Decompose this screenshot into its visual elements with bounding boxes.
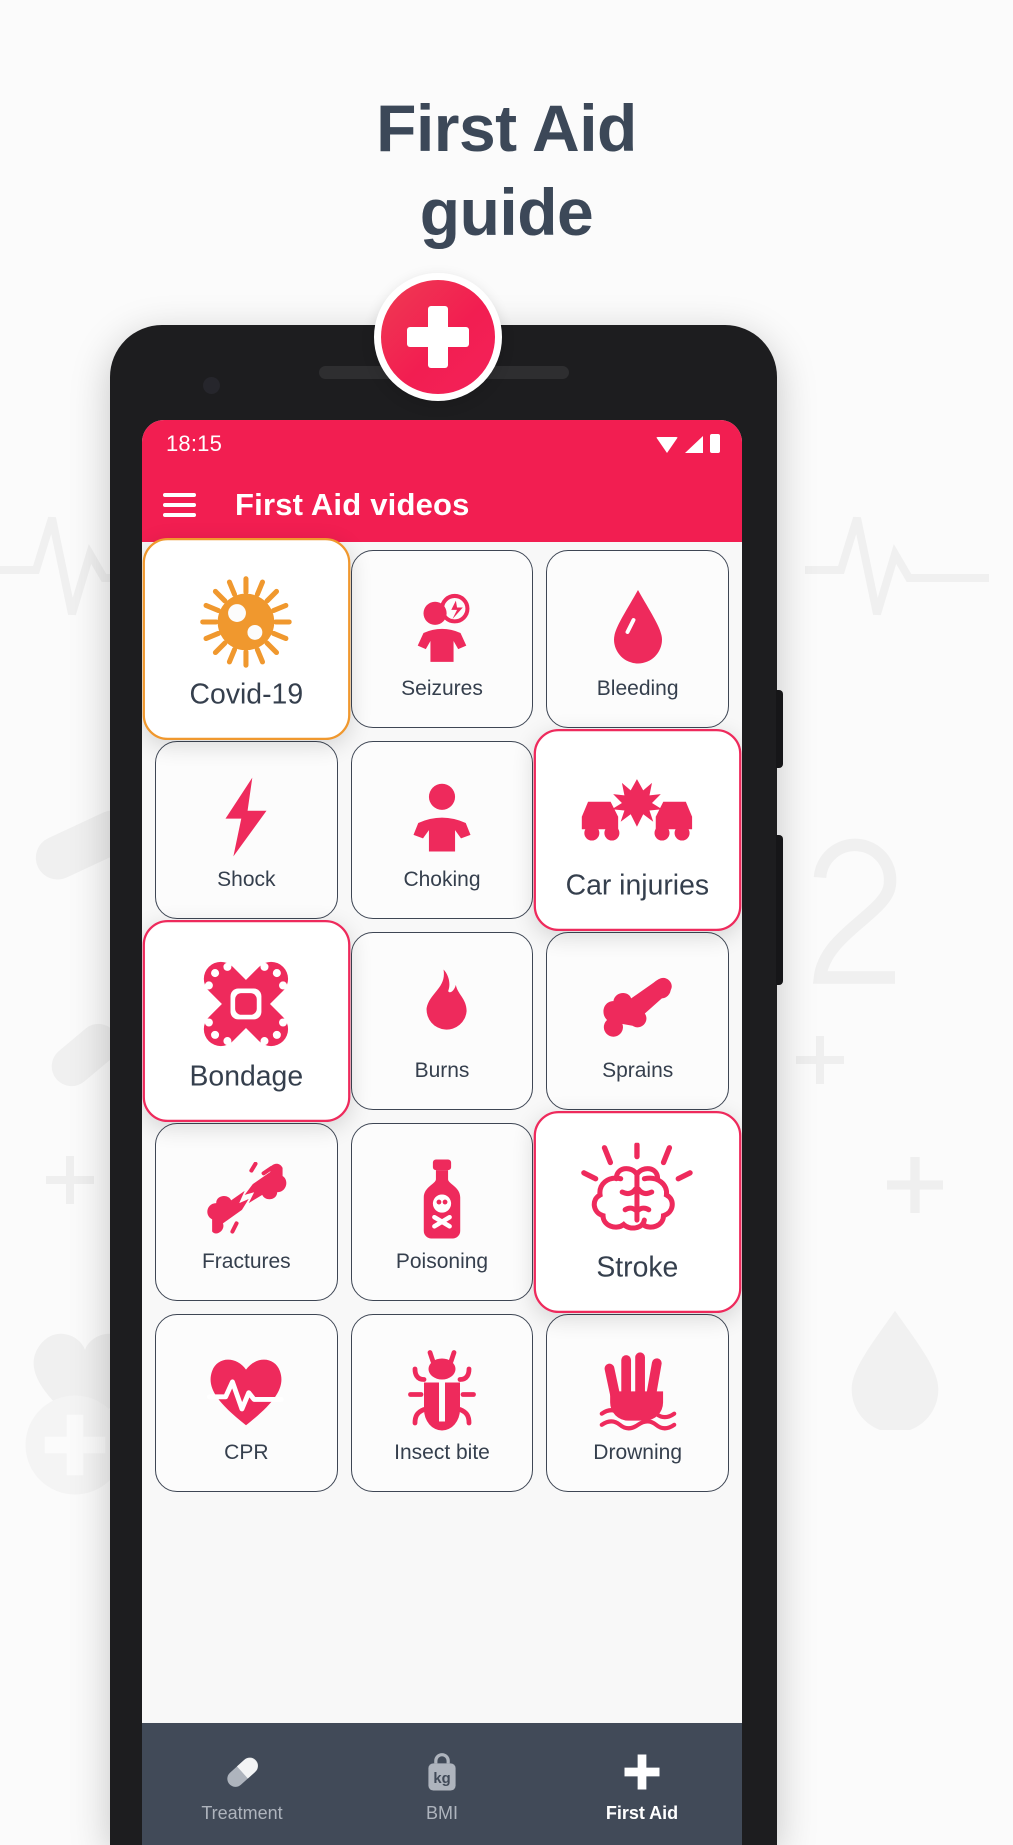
app-bar: First Aid videos — [142, 467, 742, 542]
category-card-label: Car injuries — [565, 869, 710, 901]
category-card-choking[interactable]: Choking — [350, 741, 534, 919]
category-card-label: Shock — [217, 867, 276, 891]
joint-bone-icon — [597, 962, 679, 1054]
category-card-label: CPR — [224, 1440, 269, 1464]
battery-icon — [710, 434, 720, 453]
nav-item-label: First Aid — [605, 1803, 679, 1823]
category-card-seizures[interactable]: Seizures — [350, 550, 534, 728]
category-card-drowning[interactable]: Drowning — [546, 1314, 729, 1492]
nav-item-label: BMI — [425, 1803, 458, 1823]
category-card-shock[interactable]: Shock — [155, 741, 338, 919]
category-card-insect-bite[interactable]: Insect bite — [350, 1314, 534, 1492]
bug-icon — [406, 1344, 478, 1436]
signal-icon — [685, 436, 703, 453]
category-card-car-injuries[interactable]: Car injuries — [533, 728, 742, 932]
category-card-label: Covid-19 — [189, 678, 304, 710]
hero-title-line1: First Aid — [376, 91, 637, 165]
category-card-label: Sprains — [602, 1058, 674, 1082]
phone-camera — [203, 377, 220, 394]
drowning-hand-icon — [599, 1344, 677, 1436]
app-bar-title: First Aid videos — [235, 486, 470, 522]
category-card-label: Stroke — [596, 1251, 679, 1283]
category-card-label: Bleeding — [596, 676, 679, 700]
status-bar: 18:15 — [142, 420, 742, 467]
category-card-label: Burns — [414, 1058, 470, 1082]
bandage-cross-icon — [191, 951, 302, 1055]
kg-bag-icon: kg — [423, 1750, 461, 1794]
category-card-burns[interactable]: Burns — [350, 932, 534, 1110]
phone-side-button-volume[interactable] — [776, 835, 783, 985]
seizure-icon — [405, 580, 479, 672]
category-card-bondage[interactable]: Bondage — [142, 919, 350, 1123]
lightning-icon — [217, 771, 275, 863]
category-card-label: Drowning — [593, 1440, 683, 1464]
category-card-cpr[interactable]: CPR — [155, 1314, 338, 1492]
status-bar-time: 18:15 — [166, 430, 223, 456]
svg-text:kg: kg — [433, 1771, 450, 1787]
category-card-sprains[interactable]: Sprains — [546, 932, 729, 1110]
bottom-navigation-bar: Treatment kg BMI First Aid — [142, 1723, 742, 1845]
plus-icon — [622, 1750, 662, 1794]
category-grid: Covid-19 Seizures Bleeding Shock Choking… — [142, 537, 742, 1492]
blood-drop-icon — [607, 580, 669, 672]
category-card-fractures[interactable]: Fractures — [155, 1123, 338, 1301]
car-crash-icon — [578, 760, 698, 864]
category-card-label: Fractures — [201, 1249, 291, 1273]
poison-bottle-icon — [411, 1153, 473, 1245]
category-card-label: Seizures — [401, 676, 483, 700]
pill-icon — [222, 1750, 262, 1794]
wifi-icon — [656, 437, 678, 453]
heart-pulse-icon — [204, 1344, 288, 1436]
nav-item-bmi[interactable]: kg BMI — [342, 1750, 542, 1824]
category-card-label: Bondage — [189, 1060, 304, 1092]
page-title: First Aid guide — [0, 86, 1013, 255]
category-card-label: Choking — [403, 867, 481, 891]
cross-glyph — [407, 306, 469, 368]
status-bar-icons — [656, 434, 720, 453]
phone-screen: 18:15 First Aid videos Covid-19 Seizures — [142, 420, 742, 1845]
category-card-label: Insect bite — [394, 1440, 490, 1464]
nav-item-label: Treatment — [201, 1803, 283, 1823]
hero-title-line2: guide — [419, 175, 594, 250]
broken-bone-icon — [204, 1153, 288, 1245]
hamburger-menu-icon[interactable] — [163, 492, 196, 517]
phone-mockup: 18:15 First Aid videos Covid-19 Seizures — [110, 325, 783, 1845]
category-card-covid-19[interactable]: Covid-19 — [142, 537, 350, 741]
category-card-poisoning[interactable]: Poisoning — [350, 1123, 534, 1301]
category-card-bleeding[interactable]: Bleeding — [546, 550, 729, 728]
choking-icon — [404, 771, 480, 863]
flame-icon — [412, 962, 472, 1054]
brain-icon — [579, 1142, 697, 1246]
category-card-label: Poisoning — [395, 1249, 489, 1273]
category-card-stroke[interactable]: Stroke — [533, 1110, 742, 1314]
phone-side-button-power[interactable] — [776, 690, 783, 768]
nav-item-treatment[interactable]: Treatment — [142, 1750, 342, 1824]
virus-icon — [199, 569, 294, 673]
category-grid-container: Covid-19 Seizures Bleeding Shock Choking… — [142, 537, 742, 1722]
medical-cross-icon — [374, 273, 502, 401]
nav-item-first-aid[interactable]: First Aid — [542, 1750, 742, 1824]
